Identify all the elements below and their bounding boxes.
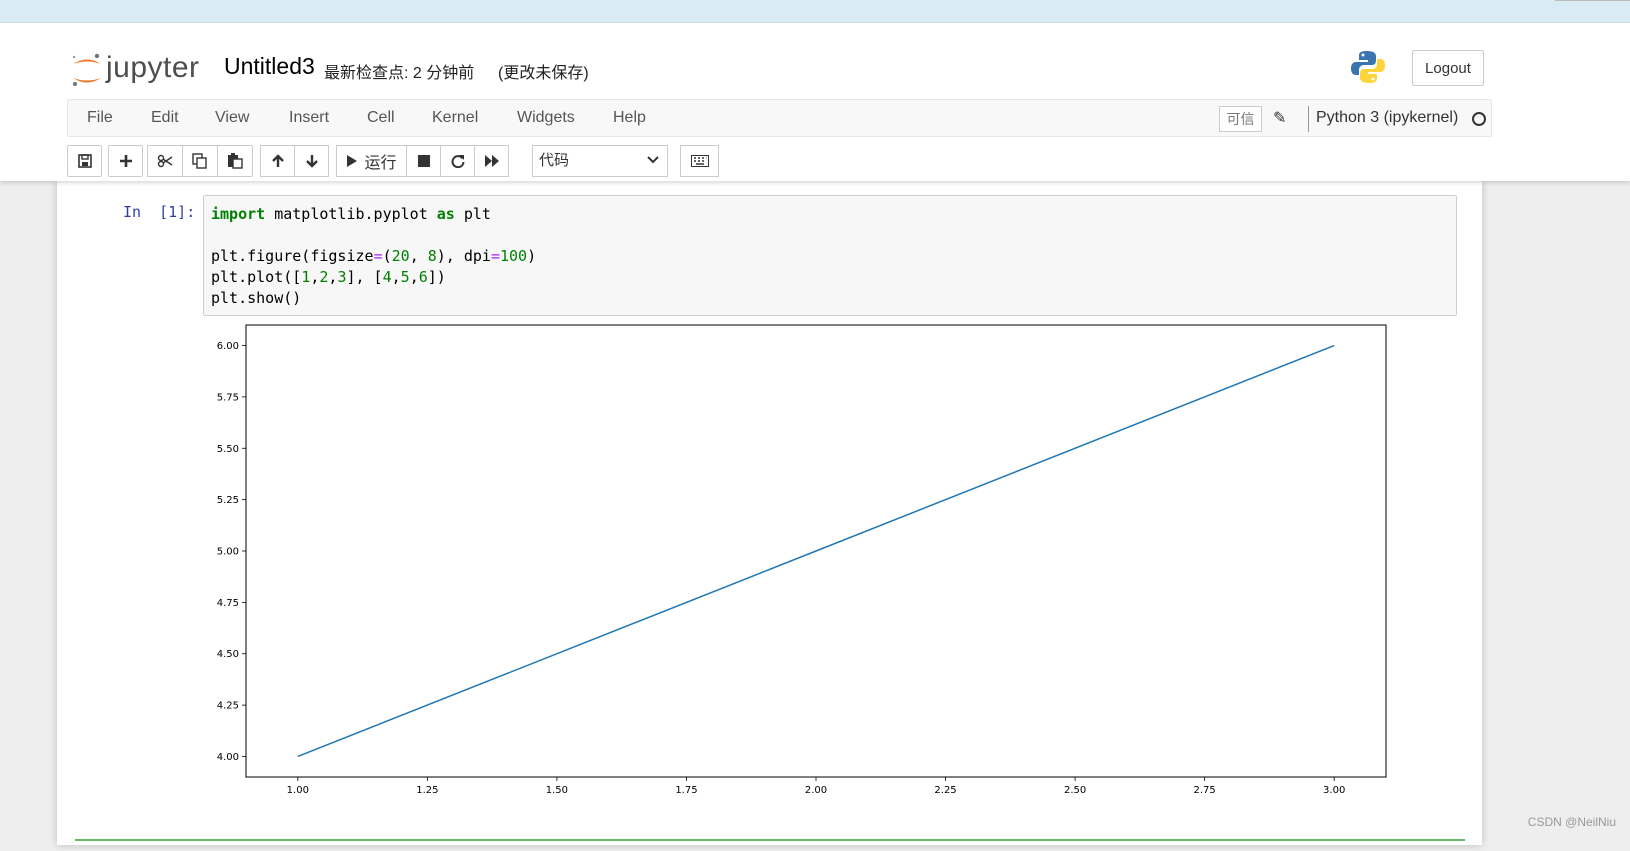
paste-icon	[227, 153, 243, 169]
code-line-5: plt.show()	[211, 288, 1449, 309]
plus-icon	[119, 154, 133, 168]
kernel-separator	[1308, 106, 1309, 132]
y-tick-label: 6.00	[217, 341, 239, 352]
x-tick-label: 2.75	[1194, 785, 1216, 796]
copy-icon	[192, 153, 208, 169]
strip-edge	[1555, 0, 1630, 1]
restart-button[interactable]	[440, 145, 475, 177]
menu-help[interactable]: Help	[613, 109, 646, 127]
logout-button[interactable]: Logout	[1412, 50, 1484, 86]
x-tick-label: 2.00	[805, 785, 827, 796]
run-icon	[346, 154, 358, 168]
copy-button[interactable]	[182, 145, 218, 177]
menu-cell[interactable]: Cell	[367, 109, 395, 127]
python-logo-icon	[1350, 49, 1386, 85]
restart-icon	[451, 154, 465, 168]
code-line-4: plt.plot([1,2,3], [4,5,6])	[211, 267, 1449, 288]
toolbar: 运行 代码	[67, 145, 767, 177]
x-tick-label: 2.50	[1064, 785, 1086, 796]
csdn-watermark: CSDN @NeilNiu	[1528, 815, 1616, 829]
y-tick-label: 4.75	[217, 598, 239, 609]
menu-file[interactable]: File	[87, 109, 113, 127]
y-tick-label: 5.00	[217, 547, 239, 558]
x-tick-label: 1.00	[287, 785, 309, 796]
paste-button[interactable]	[217, 145, 253, 177]
y-tick-label: 4.50	[217, 649, 239, 660]
y-tick-label: 5.75	[217, 392, 239, 403]
run-button[interactable]: 运行	[336, 145, 407, 177]
y-tick-label: 5.50	[217, 444, 239, 455]
menubar: File Edit View Insert Cell Kernel Widget…	[67, 99, 1492, 137]
autosave-status: (更改未保存)	[498, 59, 589, 83]
menu-widgets[interactable]: Widgets	[517, 109, 575, 127]
keyboard-icon	[691, 155, 709, 167]
cell-prompt: In [1]:	[123, 203, 195, 221]
x-tick-label: 3.00	[1323, 785, 1345, 796]
move-down-button[interactable]	[294, 145, 329, 177]
kernel-name[interactable]: Python 3 (ipykernel)	[1316, 109, 1458, 127]
menu-insert[interactable]: Insert	[289, 109, 329, 127]
code-line-2	[211, 225, 1449, 246]
notebook-container: In [1]: import matplotlib.pyplot as plt …	[57, 181, 1482, 845]
menu-view[interactable]: View	[215, 109, 249, 127]
restart-run-all-button[interactable]	[474, 145, 509, 177]
y-tick-label: 4.25	[217, 701, 239, 712]
pencil-icon[interactable]: ✎	[1273, 108, 1286, 128]
jupyter-logo-icon	[70, 51, 104, 91]
menu-edit[interactable]: Edit	[151, 109, 179, 127]
cell-type-value: 代码	[539, 152, 569, 169]
command-palette-button[interactable]	[680, 145, 719, 177]
next-cell-border[interactable]	[75, 839, 1465, 851]
code-cell-input[interactable]: import matplotlib.pyplot as plt plt.figu…	[203, 195, 1457, 316]
x-tick-label: 1.75	[675, 785, 697, 796]
insert-cell-button[interactable]	[108, 145, 143, 177]
jupyter-logo-text: jupyter	[106, 51, 200, 85]
run-button-label: 运行	[364, 149, 396, 173]
menu-kernel[interactable]: Kernel	[432, 109, 478, 127]
y-tick-label: 4.00	[217, 752, 239, 763]
arrow-up-icon	[271, 154, 285, 168]
notebook-title[interactable]: Untitled3	[224, 53, 315, 80]
cut-button[interactable]	[147, 145, 183, 177]
code-line-3: plt.figure(figsize=(20, 8), dpi=100)	[211, 246, 1449, 267]
trusted-indicator[interactable]: 可信	[1219, 106, 1262, 132]
save-button[interactable]	[67, 145, 102, 177]
save-icon	[78, 154, 92, 168]
chevron-down-icon	[647, 155, 659, 165]
cut-icon	[157, 154, 173, 168]
cell-type-select[interactable]: 代码	[532, 145, 668, 177]
x-tick-label: 1.50	[546, 785, 568, 796]
fast-forward-icon	[484, 154, 500, 168]
jupyter-logo[interactable]: jupyter	[70, 51, 205, 91]
stop-icon	[418, 155, 430, 167]
x-tick-label: 1.25	[416, 785, 438, 796]
y-tick-label: 5.25	[217, 495, 239, 506]
browser-top-strip	[0, 0, 1630, 23]
checkpoint-status: 最新检查点: 2 分钟前	[324, 59, 474, 83]
interrupt-button[interactable]	[406, 145, 441, 177]
arrow-down-icon	[305, 154, 319, 168]
kernel-idle-indicator-icon	[1472, 112, 1486, 126]
notebook-header: jupyter Untitled3 最新检查点: 2 分钟前 (更改未保存) L…	[0, 23, 1630, 181]
line-chart-output: 1.00 1.25 1.50 1.75 2.00 2.25 2.50 2.75 3.00 4.00…	[203, 321, 1423, 841]
move-up-button[interactable]	[260, 145, 295, 177]
x-tick-label: 2.25	[934, 785, 956, 796]
code-line-1: import matplotlib.pyplot as plt	[211, 204, 1449, 225]
